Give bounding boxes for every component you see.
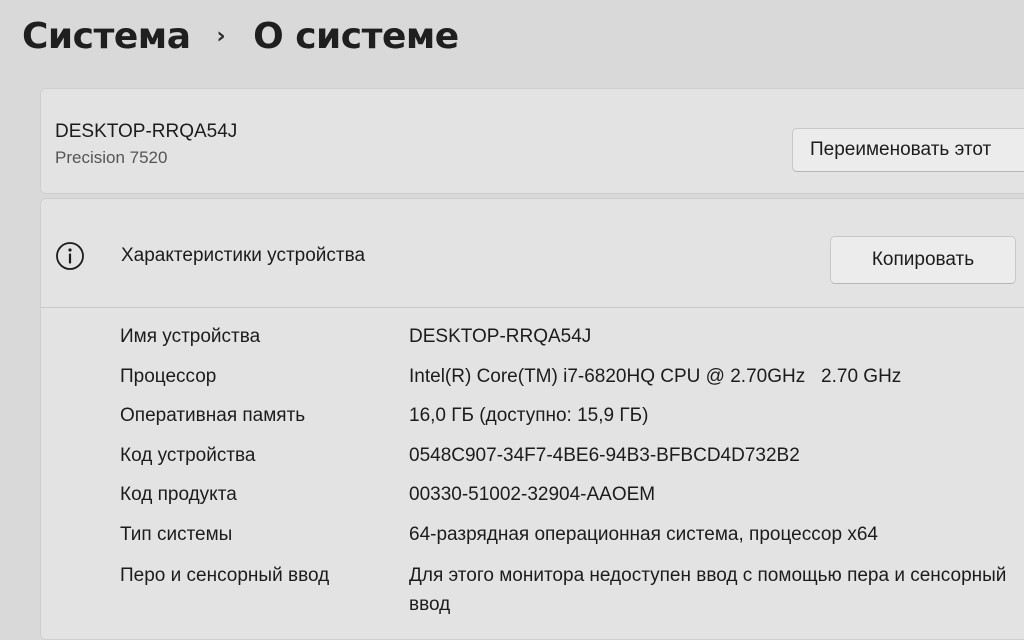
device-name: DESKTOP-RRQA54J bbox=[55, 121, 238, 142]
spec-label: Код продукта bbox=[120, 484, 237, 505]
info-icon bbox=[56, 242, 84, 270]
spec-value: DESKTOP-RRQA54J bbox=[409, 326, 592, 347]
spec-row-processor: Процессор Intel(R) Core(TM) i7-6820HQ CP… bbox=[120, 366, 1020, 396]
spec-row-pen-touch: Перо и сенсорный ввод Для этого монитора… bbox=[120, 565, 1020, 625]
spec-row-device-id: Код устройства 0548C907-34F7-4BE6-94B3-B… bbox=[120, 445, 1020, 475]
chevron-right-icon: › bbox=[216, 23, 226, 49]
page-title: О системе bbox=[253, 15, 459, 57]
divider bbox=[41, 307, 1024, 308]
spec-value: 64-разрядная операционная система, проце… bbox=[409, 524, 878, 545]
spec-row-device-name: Имя устройства DESKTOP-RRQA54J bbox=[120, 326, 1020, 356]
rename-pc-button[interactable]: Переименовать этот bbox=[792, 128, 1024, 172]
spec-label: Тип системы bbox=[120, 524, 233, 545]
spec-value: 00330-51002-32904-AAOEM bbox=[409, 484, 656, 505]
breadcrumb-parent[interactable]: Система bbox=[22, 16, 191, 57]
spec-value: 16,0 ГБ (доступно: 15,9 ГБ) bbox=[409, 405, 649, 426]
spec-value: Intel(R) Core(TM) i7-6820HQ CPU @ 2.70GH… bbox=[409, 366, 902, 387]
spec-label: Процессор bbox=[120, 366, 217, 387]
spec-row-product-id: Код продукта 00330-51002-32904-AAOEM bbox=[120, 484, 1020, 514]
specs-section-title[interactable]: Характеристики устройства bbox=[121, 245, 365, 267]
spec-row-system-type: Тип системы 64-разрядная операционная си… bbox=[120, 524, 1020, 554]
spec-row-ram: Оперативная память 16,0 ГБ (доступно: 15… bbox=[120, 405, 1020, 435]
spec-label: Имя устройства bbox=[120, 326, 261, 347]
device-model: Precision 7520 bbox=[55, 148, 168, 167]
spec-label: Код устройства bbox=[120, 445, 256, 466]
copy-button[interactable]: Копировать bbox=[830, 236, 1016, 284]
spec-label: Оперативная память bbox=[120, 405, 306, 426]
spec-value: Для этого монитора недоступен ввод с пом… bbox=[409, 565, 1007, 615]
spec-label: Перо и сенсорный ввод bbox=[120, 565, 330, 586]
spec-value: 0548C907-34F7-4BE6-94B3-BFBCD4D732B2 bbox=[409, 445, 800, 466]
breadcrumb: Система › О системе bbox=[22, 8, 459, 64]
